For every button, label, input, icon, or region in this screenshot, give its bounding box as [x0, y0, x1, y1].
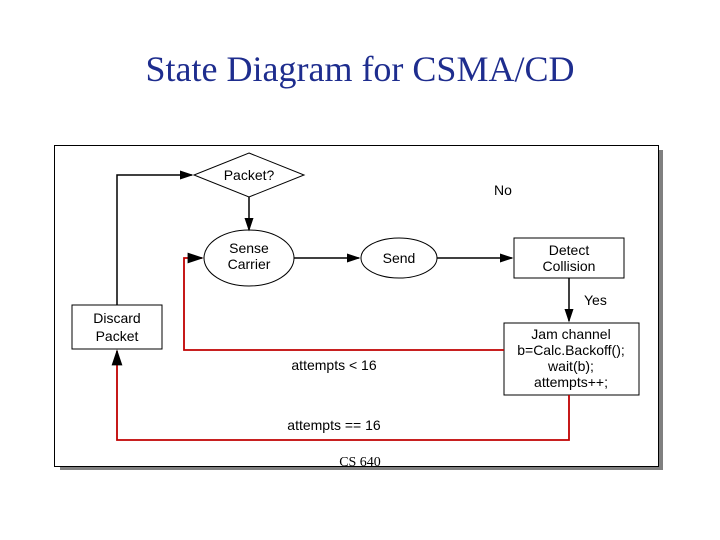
edge-yes-label: Yes [584, 292, 607, 308]
node-sense-line1: Sense [229, 240, 269, 256]
page-title: State Diagram for CSMA/CD [0, 48, 720, 90]
node-discard-line2: Packet [96, 328, 139, 344]
node-packet-label: Packet? [224, 167, 275, 183]
node-jam-line4: attempts++; [534, 374, 608, 390]
footer-text: CS 640 [0, 455, 720, 471]
edge-no-label: No [494, 182, 512, 198]
node-jam-line3: wait(b); [547, 358, 594, 374]
node-detect-collision: Detect Collision [514, 238, 624, 278]
node-sense-carrier: Sense Carrier [204, 230, 294, 286]
edge-eq16-label: attempts == 16 [287, 417, 381, 433]
state-diagram: Packet? No Sense Carrier Send Detect Col… [54, 145, 659, 467]
node-sense-line2: Carrier [228, 256, 271, 272]
edge-discard-to-packet [117, 175, 192, 305]
node-jam-line2: b=Calc.Backoff(); [517, 342, 625, 358]
node-detect-line1: Detect [549, 242, 590, 258]
node-discard-packet: Discard Packet [72, 305, 162, 349]
node-jam-line1: Jam channel [531, 326, 610, 342]
node-detect-line2: Collision [543, 258, 596, 274]
node-jam-channel: Jam channel b=Calc.Backoff(); wait(b); a… [504, 323, 639, 395]
edge-lt16-label: attempts < 16 [291, 357, 376, 373]
node-packet-decision: Packet? [194, 153, 304, 197]
node-send-label: Send [383, 250, 416, 266]
node-discard-line1: Discard [93, 310, 140, 326]
node-send: Send [361, 238, 437, 278]
